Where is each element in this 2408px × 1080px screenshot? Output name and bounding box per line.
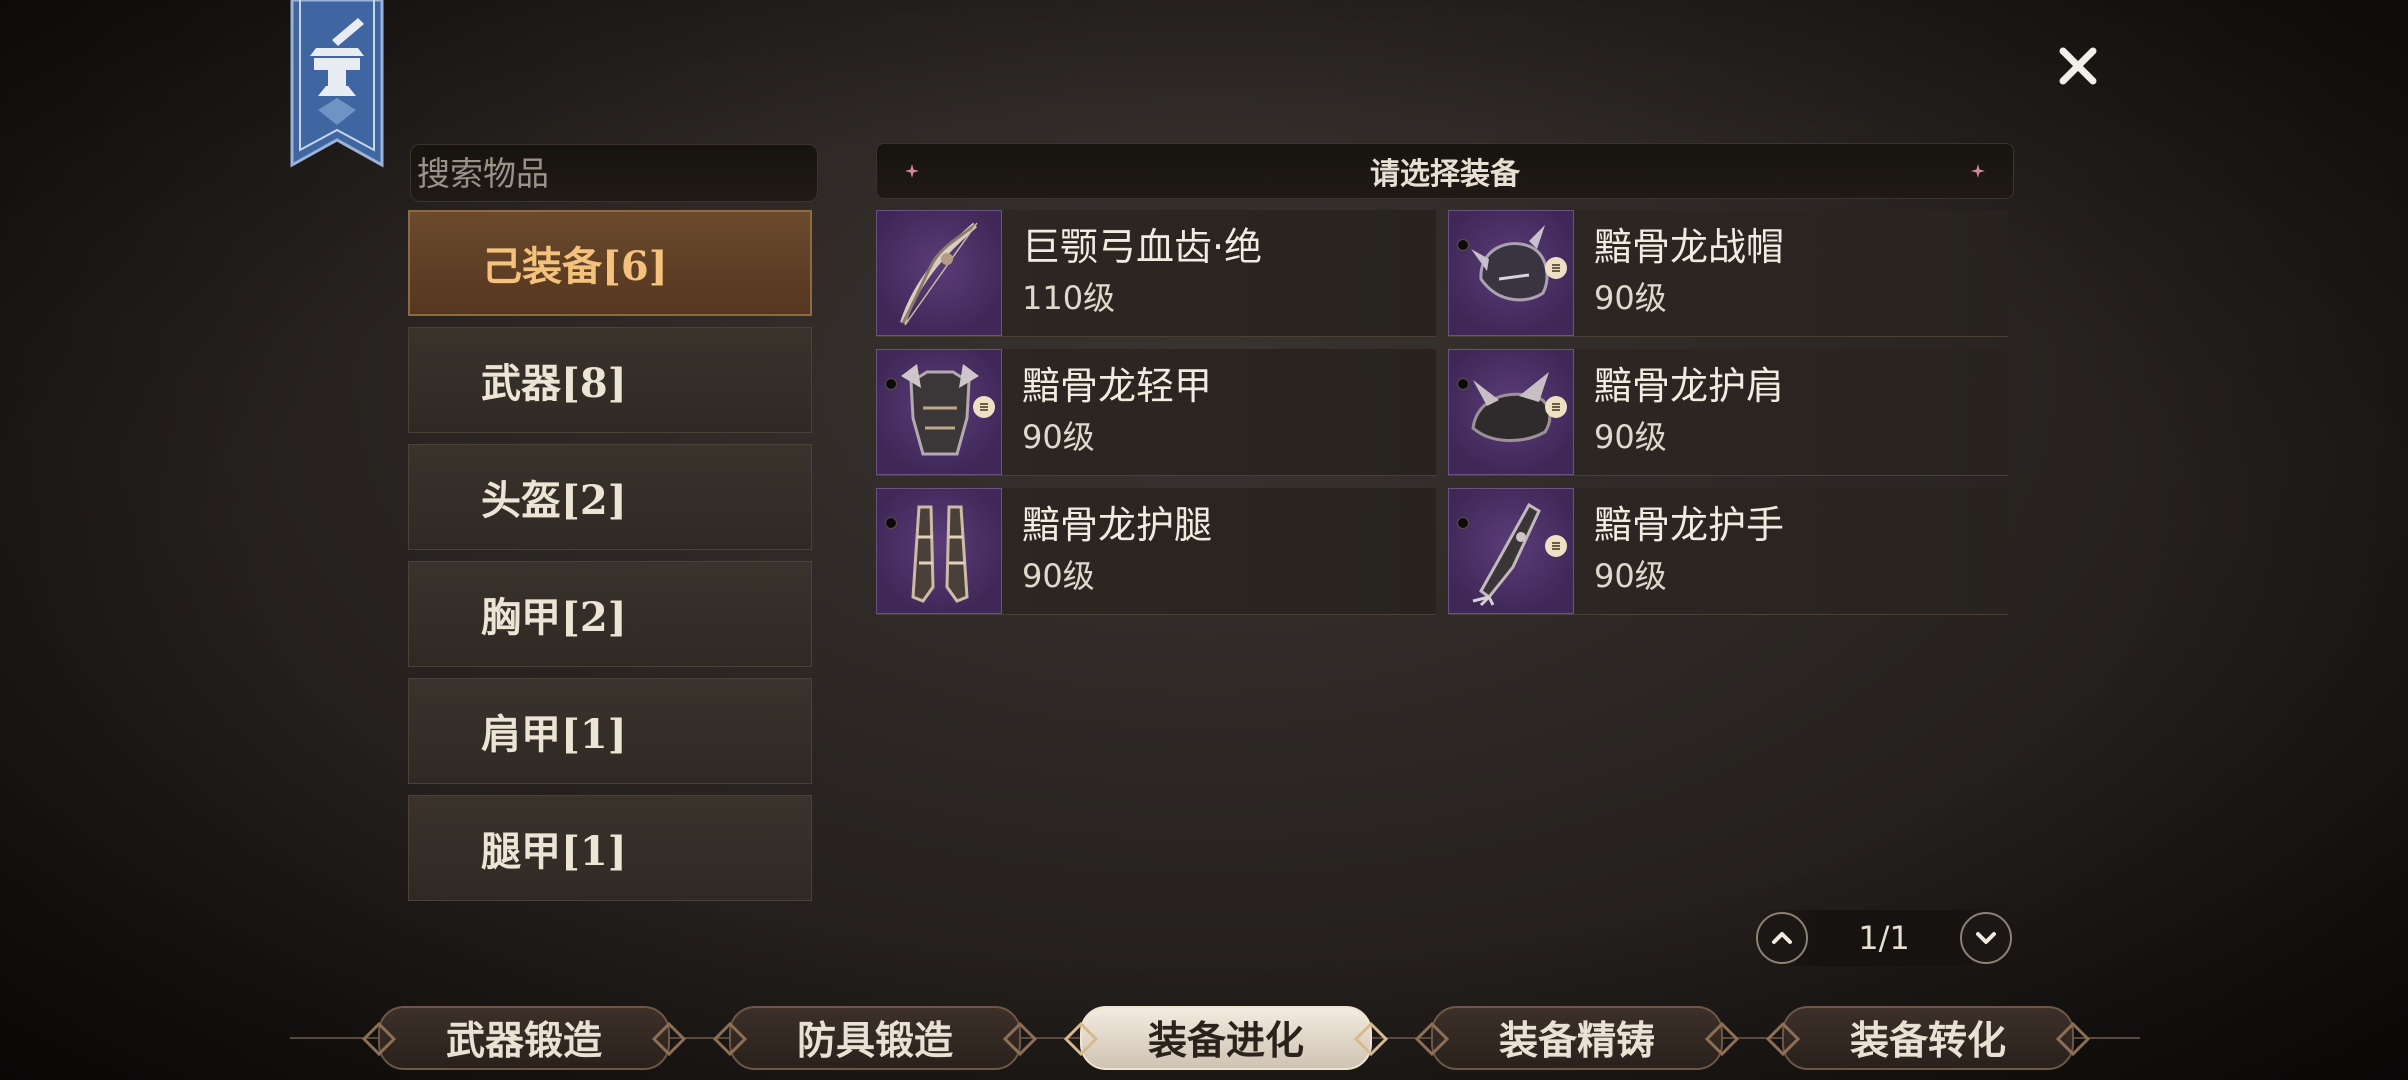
header-title: 请选择装备 <box>1370 157 1520 192</box>
tab-equipment-convert[interactable]: 装备转化 <box>1764 1000 2092 1076</box>
item-name: 黯骨龙护腿 <box>1022 503 1213 547</box>
tab-label: 装备进化 <box>1147 1018 1304 1064</box>
equipment-grid: 巨颚弓血齿·绝 110级 黯骨龙战帽 90级 黯骨龙轻甲 90级 黯骨龙护肩 9… <box>876 210 2008 615</box>
item-name: 黯骨龙战帽 <box>1594 225 1785 269</box>
close-button[interactable] <box>2048 36 2108 96</box>
page-indicator: 1/1 <box>1858 919 1910 957</box>
category-shoulder[interactable]: 肩甲[1] <box>408 678 812 784</box>
page-up-button[interactable] <box>1756 912 1808 964</box>
item-level: 90级 <box>1022 557 1095 595</box>
tab-armor-forging[interactable]: 防具锻造 <box>711 1000 1039 1076</box>
equipment-item[interactable]: 巨颚弓血齿·绝 110级 <box>876 210 1436 337</box>
detail-icon[interactable] <box>1545 535 1567 557</box>
tab-label: 装备转化 <box>1849 1018 2006 1064</box>
ornament-icon <box>713 1022 747 1056</box>
ornament-icon <box>1766 1022 1800 1056</box>
category-equipped[interactable]: 己装备[6] <box>408 210 812 316</box>
tab-equipment-refine[interactable]: 装备精铸 <box>1413 1000 1741 1076</box>
category-label: 肩甲[1] <box>481 711 627 758</box>
chevron-down-icon <box>1976 932 1996 944</box>
category-list: 己装备[6] 武器[8] 头盔[2] 胸甲[2] 肩甲[1] 腿甲[1] <box>408 210 812 912</box>
category-legs[interactable]: 腿甲[1] <box>408 795 812 901</box>
category-label: 胸甲[2] <box>481 594 627 641</box>
item-thumbnail <box>1448 488 1574 614</box>
ornament-icon <box>1415 1022 1449 1056</box>
detail-icon[interactable] <box>1545 396 1567 418</box>
category-label: 腿甲[1] <box>481 828 627 875</box>
ornament-icon <box>1003 1022 1037 1056</box>
item-level: 90级 <box>1594 418 1667 456</box>
ornament-icon <box>1354 1022 1388 1056</box>
ornament-icon <box>652 1022 686 1056</box>
search-input[interactable] <box>415 152 835 194</box>
category-weapons[interactable]: 武器[8] <box>408 327 812 433</box>
bottom-tab-bar: 武器锻造 防具锻造 装备进化 装备精铸 装备转化 <box>360 1000 2092 1076</box>
item-thumbnail <box>876 210 1002 336</box>
tab-equipment-evolution[interactable]: 装备进化 <box>1062 1000 1390 1076</box>
category-label: 头盔[2] <box>481 477 627 524</box>
item-level: 90级 <box>1022 418 1095 456</box>
sparkle-icon <box>905 164 919 178</box>
sparkle-icon <box>1971 164 1985 178</box>
pagination: 1/1 <box>1756 910 2012 966</box>
close-icon <box>2059 47 2097 85</box>
item-level: 110级 <box>1022 279 1116 317</box>
category-chest[interactable]: 胸甲[2] <box>408 561 812 667</box>
category-label: 己装备[6] <box>482 243 668 290</box>
item-thumbnail <box>1448 349 1574 475</box>
item-thumbnail <box>1448 210 1574 336</box>
item-name: 巨颚弓血齿·绝 <box>1022 225 1263 269</box>
item-name: 黯骨龙轻甲 <box>1022 364 1213 408</box>
select-equipment-header: 请选择装备 <box>876 143 2014 199</box>
chevron-up-icon <box>1772 932 1792 944</box>
leg-armor-icon <box>911 505 969 603</box>
category-helmets[interactable]: 头盔[2] <box>408 444 812 550</box>
equipment-item[interactable]: 黯骨龙轻甲 90级 <box>876 349 1436 476</box>
detail-icon[interactable] <box>973 396 995 418</box>
tab-weapon-forging[interactable]: 武器锻造 <box>360 1000 688 1076</box>
tab-label: 防具锻造 <box>796 1018 953 1064</box>
equipment-item[interactable]: 黯骨龙护手 90级 <box>1448 488 2008 615</box>
item-level: 90级 <box>1594 279 1667 317</box>
category-label: 武器[8] <box>481 360 627 407</box>
anvil-icon <box>290 0 384 168</box>
detail-icon[interactable] <box>1545 257 1567 279</box>
item-thumbnail <box>876 349 1002 475</box>
ornament-icon <box>362 1022 396 1056</box>
ornament-icon <box>1705 1022 1739 1056</box>
item-level: 90级 <box>1594 557 1667 595</box>
item-name: 黯骨龙护肩 <box>1594 364 1785 408</box>
equipment-item[interactable]: 黯骨龙护腿 90级 <box>876 488 1436 615</box>
forge-banner <box>288 0 386 175</box>
equipment-item[interactable]: 黯骨龙战帽 90级 <box>1448 210 2008 337</box>
ornament-icon <box>1064 1022 1098 1056</box>
item-name: 黯骨龙护手 <box>1594 503 1785 547</box>
tab-label: 装备精铸 <box>1498 1018 1655 1064</box>
search-bar <box>410 144 835 202</box>
ornament-icon <box>2056 1022 2090 1056</box>
bow-icon <box>900 222 978 326</box>
equipment-item[interactable]: 黯骨龙护肩 90级 <box>1448 349 2008 476</box>
page-down-button[interactable] <box>1960 912 2012 964</box>
tab-label: 武器锻造 <box>445 1018 602 1064</box>
item-thumbnail <box>876 488 1002 614</box>
